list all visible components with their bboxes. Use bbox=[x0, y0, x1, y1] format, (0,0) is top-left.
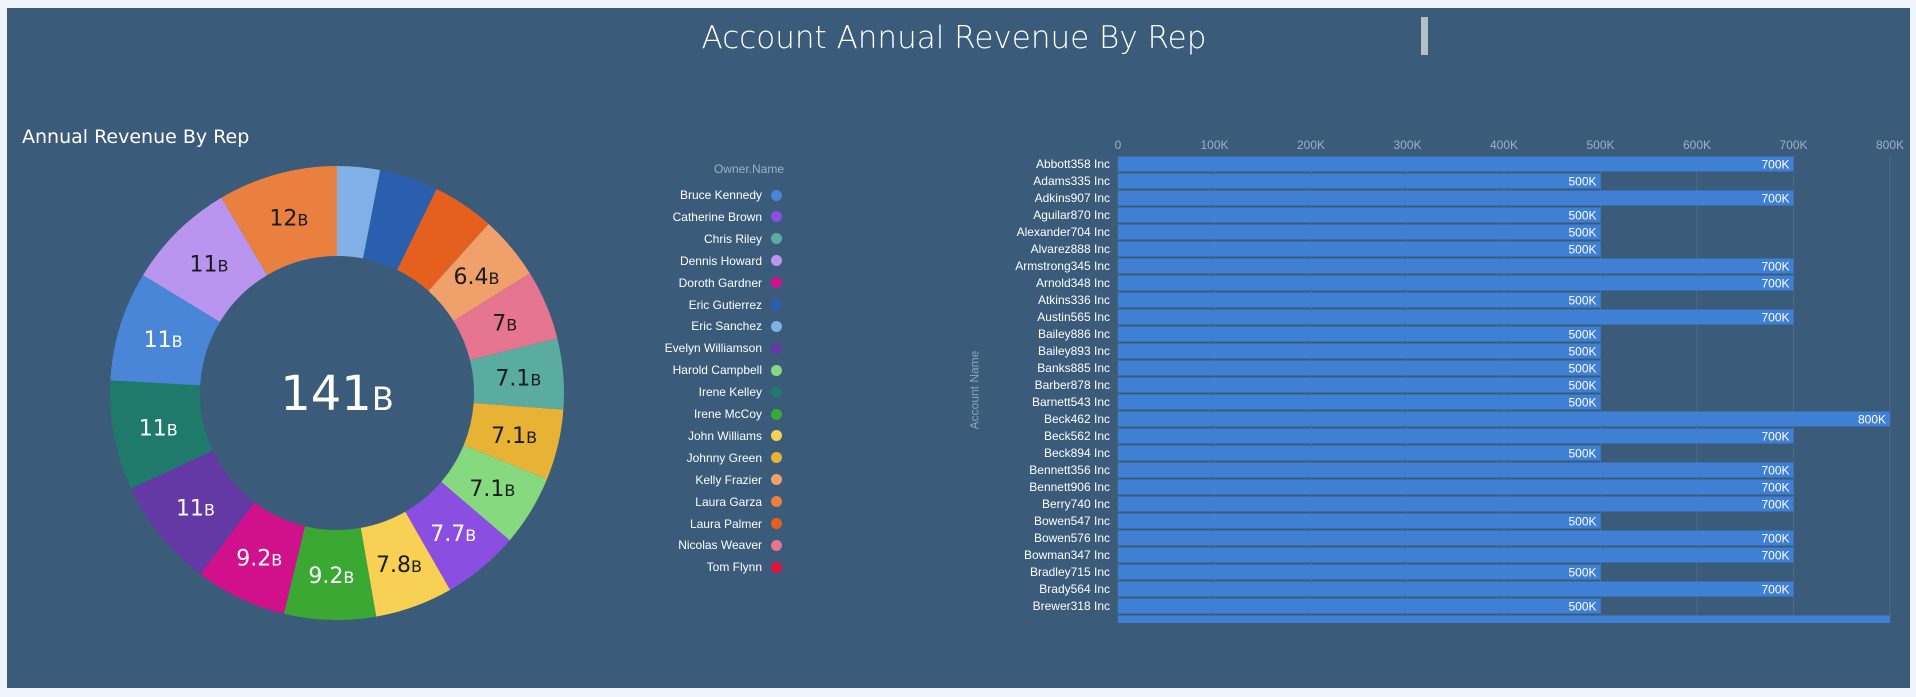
bar-value-label: 500K bbox=[1568, 294, 1596, 308]
account-label: Bradley715 Inc bbox=[1029, 564, 1110, 579]
bar-value-label: 500K bbox=[1568, 226, 1596, 240]
account-label: Armstrong345 Inc bbox=[1015, 258, 1110, 273]
bar[interactable] bbox=[1118, 428, 1794, 444]
account-label: Banks885 Inc bbox=[1037, 360, 1110, 375]
account-label: Barber878 Inc bbox=[1034, 377, 1110, 392]
account-label: Bailey893 Inc bbox=[1037, 343, 1110, 358]
bar[interactable] bbox=[1118, 326, 1601, 342]
bar-value-label: 500K bbox=[1568, 566, 1596, 580]
account-label: Abbott358 Inc bbox=[1035, 156, 1110, 171]
bar[interactable] bbox=[1118, 496, 1794, 512]
bar[interactable] bbox=[1118, 156, 1794, 172]
account-label: Bennett356 Inc bbox=[1029, 462, 1110, 477]
bar-value-label: 700K bbox=[1761, 260, 1789, 274]
bar-value-label: 700K bbox=[1761, 311, 1789, 325]
bar-value-label: 500K bbox=[1568, 328, 1596, 342]
bar[interactable] bbox=[1118, 615, 1890, 631]
account-label: Alexander704 Inc bbox=[1016, 224, 1110, 239]
bar-value-label: 500K bbox=[1568, 345, 1596, 359]
account-label: Aguilar870 Inc bbox=[1033, 207, 1110, 222]
bar[interactable] bbox=[1118, 462, 1794, 478]
bar[interactable] bbox=[1118, 411, 1890, 427]
bar[interactable] bbox=[1118, 207, 1601, 223]
account-label: Bowen576 Inc bbox=[1033, 530, 1110, 545]
bar[interactable] bbox=[1118, 241, 1601, 257]
bar-value-label: 700K bbox=[1761, 158, 1789, 172]
account-label: Arnold348 Inc bbox=[1035, 275, 1110, 290]
bar-value-label: 500K bbox=[1568, 175, 1596, 189]
account-label: Barnett543 Inc bbox=[1031, 394, 1110, 409]
bar-value-label: 500K bbox=[1568, 209, 1596, 223]
account-label: Brady564 Inc bbox=[1039, 581, 1110, 596]
bar-value-label: 700K bbox=[1761, 549, 1789, 563]
bar-value-label: 500K bbox=[1568, 243, 1596, 257]
bar[interactable] bbox=[1118, 224, 1601, 240]
bar[interactable] bbox=[1118, 190, 1794, 206]
bar-value-label: 500K bbox=[1568, 447, 1596, 461]
bar[interactable] bbox=[1118, 360, 1601, 376]
account-label: Berry740 Inc bbox=[1041, 496, 1110, 511]
bar-value-label: 700K bbox=[1761, 532, 1789, 546]
bar-value-label: 500K bbox=[1568, 396, 1596, 410]
bar-value-label: 500K bbox=[1568, 600, 1596, 614]
bar[interactable] bbox=[1118, 564, 1601, 580]
bar[interactable] bbox=[1118, 173, 1601, 189]
account-label: Bailey886 Inc bbox=[1037, 326, 1110, 341]
bar[interactable] bbox=[1118, 292, 1601, 308]
account-label: Bowman347 Inc bbox=[1023, 547, 1110, 562]
bar-value-label: 500K bbox=[1568, 362, 1596, 376]
bar[interactable] bbox=[1118, 377, 1601, 393]
bar[interactable] bbox=[1118, 309, 1794, 325]
account-label: Brewer318 Inc bbox=[1032, 598, 1110, 613]
bar-value-label: 800K bbox=[1858, 413, 1886, 427]
account-label: Bennett906 Inc bbox=[1029, 479, 1110, 494]
bar[interactable] bbox=[1118, 598, 1601, 614]
account-label: Adkins907 Inc bbox=[1034, 190, 1110, 205]
account-label: Alvarez888 Inc bbox=[1030, 241, 1110, 256]
bar[interactable] bbox=[1118, 547, 1794, 563]
bar-value-label: 700K bbox=[1761, 583, 1789, 597]
bar-value-label: 500K bbox=[1568, 515, 1596, 529]
account-label: Beck894 Inc bbox=[1043, 445, 1110, 460]
bar-value-label: 700K bbox=[1761, 464, 1789, 478]
bar[interactable] bbox=[1118, 343, 1601, 359]
bar-value-label: 700K bbox=[1761, 498, 1789, 512]
account-label: Beck562 Inc bbox=[1043, 428, 1110, 443]
bar-value-label: 700K bbox=[1761, 481, 1789, 495]
bar[interactable] bbox=[1118, 479, 1794, 495]
account-label: Atkins336 Inc bbox=[1037, 292, 1110, 307]
bar-value-label: 700K bbox=[1761, 430, 1789, 444]
bar-value-label: 500K bbox=[1568, 379, 1596, 393]
bar[interactable] bbox=[1118, 275, 1794, 291]
bar-value-label: 700K bbox=[1761, 277, 1789, 291]
account-label: Austin565 Inc bbox=[1037, 309, 1110, 324]
bar[interactable] bbox=[1118, 513, 1601, 529]
bar-value-label: 700K bbox=[1761, 192, 1789, 206]
account-label: Adams335 Inc bbox=[1033, 173, 1110, 188]
account-label: Bowen547 Inc bbox=[1033, 513, 1110, 528]
bar[interactable] bbox=[1118, 445, 1601, 461]
bar[interactable] bbox=[1118, 394, 1601, 410]
account-label: Beck462 Inc bbox=[1043, 411, 1110, 426]
bar[interactable] bbox=[1118, 530, 1794, 546]
bar[interactable] bbox=[1118, 581, 1794, 597]
bar[interactable] bbox=[1118, 258, 1794, 274]
bar-chart: 700K 500K 700K 500K 500K 500K 700K 700K 500K 700K… bbox=[1117, 156, 1891, 631]
